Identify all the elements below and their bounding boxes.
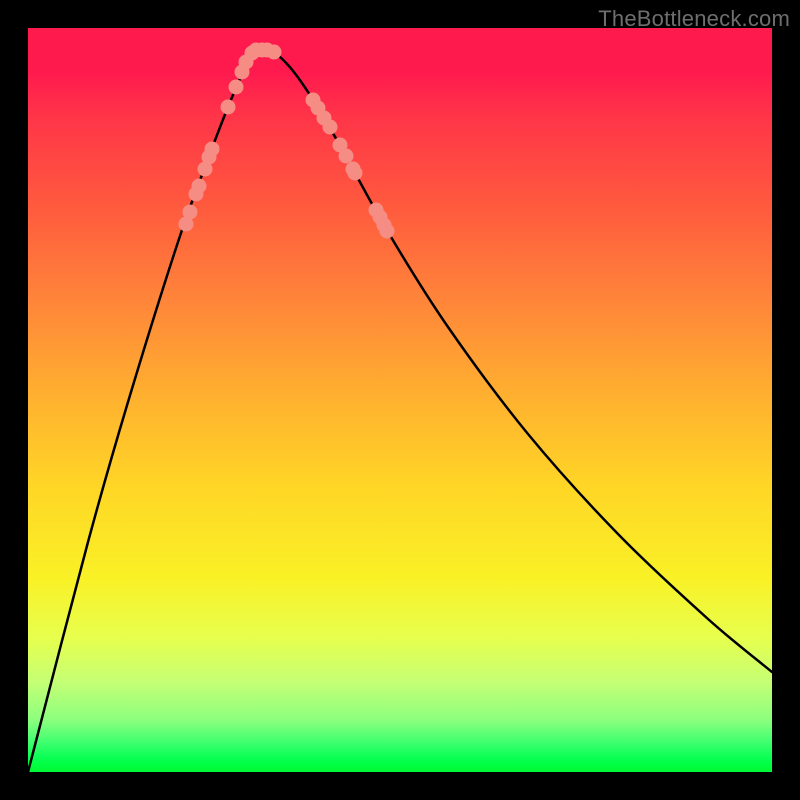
watermark-text: TheBottleneck.com [598, 6, 790, 32]
data-marker [192, 179, 207, 194]
data-marker [339, 149, 354, 164]
data-marker [348, 166, 363, 181]
data-marker [183, 205, 198, 220]
data-marker [380, 224, 395, 239]
plot-area [28, 28, 772, 772]
chart-svg [28, 28, 772, 772]
data-marker [323, 120, 338, 135]
data-marker [221, 100, 236, 115]
chart-frame: TheBottleneck.com [0, 0, 800, 800]
data-markers [179, 43, 395, 239]
data-marker [229, 80, 244, 95]
data-marker [267, 45, 282, 60]
bottleneck-curve [28, 48, 772, 772]
data-marker [205, 142, 220, 157]
